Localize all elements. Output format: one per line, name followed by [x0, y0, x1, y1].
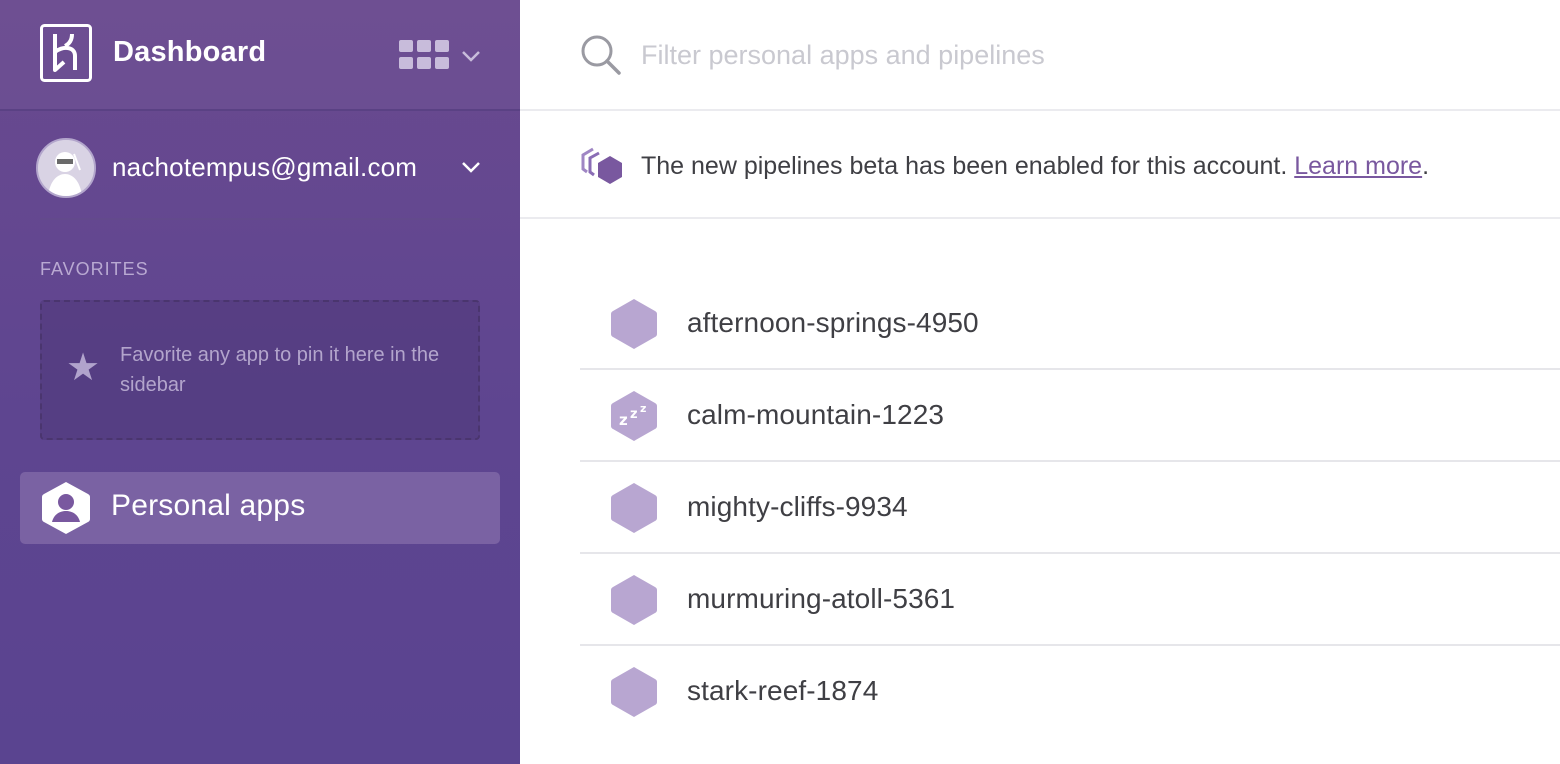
sleeping-app-icon: z z z [611, 391, 657, 441]
app-hex-icon [611, 667, 657, 717]
dashboard-title[interactable]: Dashboard [113, 36, 266, 69]
divider [40, 218, 480, 220]
sidebar-item-label[interactable]: Personal apps [111, 489, 305, 523]
app-row[interactable]: stark-reef-1874 [580, 646, 1560, 738]
svg-text:z: z [630, 407, 638, 422]
app-hex-icon [611, 575, 657, 625]
banner-suffix: . [1422, 152, 1430, 180]
favorites-heading: FAVORITES [40, 259, 149, 279]
favorites-empty-text: Favorite any app to pin it here in the s… [120, 344, 440, 396]
app-list: afternoon-springs-4950 z z z calm-mounta… [580, 278, 1560, 738]
app-row[interactable]: z z z calm-mountain-1223 [580, 370, 1560, 462]
app-name[interactable]: calm-mountain-1223 [687, 399, 944, 431]
app-row[interactable]: murmuring-atoll-5361 [580, 554, 1560, 646]
app-row[interactable]: afternoon-springs-4950 [580, 278, 1560, 370]
app-hex-icon [611, 483, 657, 533]
app-name[interactable]: mighty-cliffs-9934 [687, 491, 908, 523]
chevron-down-icon[interactable] [461, 50, 481, 62]
learn-more-link[interactable]: Learn more [1294, 152, 1422, 180]
svg-text:z: z [619, 411, 628, 429]
search-icon [581, 35, 621, 75]
banner-message: The new pipelines beta has been enabled … [641, 152, 1429, 181]
app-hex-icon [611, 299, 657, 349]
star-icon: ★ [66, 347, 101, 389]
apps-grid-icon[interactable] [399, 40, 449, 69]
app-name[interactable]: stark-reef-1874 [687, 675, 878, 707]
user-hex-icon [42, 482, 90, 534]
app-name[interactable]: murmuring-atoll-5361 [687, 583, 955, 615]
pipeline-icon [581, 147, 622, 184]
banner-text: The new pipelines beta has been enabled … [641, 152, 1295, 180]
heroku-logo-icon[interactable] [40, 24, 92, 82]
svg-text:z: z [640, 402, 646, 415]
search-input[interactable] [641, 34, 1521, 76]
ninja-avatar-icon[interactable] [36, 138, 96, 198]
app-name[interactable]: afternoon-springs-4950 [687, 307, 979, 339]
chevron-down-icon[interactable] [461, 161, 481, 173]
account-email[interactable]: nachotempus@gmail.com [112, 152, 417, 183]
app-row[interactable]: mighty-cliffs-9934 [580, 462, 1560, 554]
